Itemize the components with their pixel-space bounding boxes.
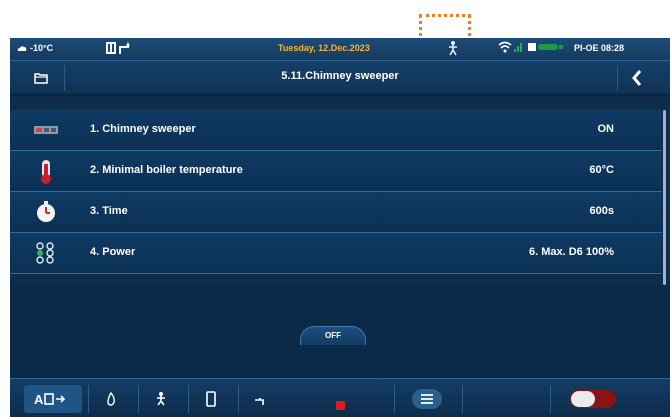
divider <box>88 385 89 413</box>
chimney-sweeper-status-icon <box>448 41 458 58</box>
weather-icon <box>16 43 28 55</box>
date-display: Tuesday, 12.Dec.2023 <box>278 43 370 53</box>
svg-text:A: A <box>34 392 44 407</box>
bottom-toolbar: A <box>10 378 670 417</box>
divider <box>462 385 463 413</box>
power-toggle[interactable] <box>570 385 618 413</box>
chevron-left-icon <box>632 70 642 91</box>
stop-button[interactable] <box>326 385 356 413</box>
signal-icon <box>514 42 522 54</box>
auto-mode-button[interactable]: A <box>24 385 82 413</box>
toggle-icon <box>570 390 616 408</box>
page-header: 5.11.Chimney sweeper <box>10 61 670 96</box>
divider <box>238 385 239 413</box>
menu-item-value: 6. Max. D6 100% <box>529 246 614 258</box>
boiler-icon <box>206 391 216 412</box>
divider <box>138 385 139 413</box>
sweeper-icon <box>156 392 166 411</box>
menu-item-minimal-boiler-temperature[interactable]: 2. Minimal boiler temperature 60°C <box>10 151 662 192</box>
divider <box>188 385 189 413</box>
tap-icon <box>254 394 268 412</box>
menu-item-chimney-sweeper[interactable]: 1. Chimney sweeper ON <box>10 110 662 151</box>
power-levels-icon <box>32 241 60 265</box>
thermometer-icon <box>32 159 60 184</box>
menu-item-label: 3. Time <box>90 205 128 217</box>
sweeper-button[interactable] <box>144 385 180 413</box>
scrollbar[interactable] <box>663 110 666 285</box>
menu-item-label: 1. Chimney sweeper <box>90 123 196 135</box>
wifi-icon <box>498 41 512 55</box>
device-id: PI-OE 08:28 <box>574 43 625 53</box>
timer-icon <box>32 200 60 224</box>
menu-item-value: ON <box>597 123 615 135</box>
flame-button[interactable] <box>94 385 130 413</box>
hamburger-icon <box>412 389 442 409</box>
auto-mode-icon: A <box>34 391 72 412</box>
back-button[interactable] <box>617 65 662 91</box>
menu-item-power[interactable]: 4. Power 6. Max. D6 100% <box>10 233 662 274</box>
chimney-sweeper-icon <box>32 118 60 142</box>
controller-screen: -10°C Tuesday, 12.Dec.2023 PI-OE 08:28 5… <box>10 38 670 417</box>
menu-item-value: 600s <box>589 205 614 217</box>
stop-icon <box>336 401 345 410</box>
divider <box>394 385 395 413</box>
menu-item-label: 4. Power <box>90 246 136 258</box>
menu-item-time[interactable]: 3. Time 600s <box>10 192 662 233</box>
page-title: 5.11.Chimney sweeper <box>281 70 399 82</box>
cloud-connection-icon <box>528 41 564 55</box>
menu-item-label: 2. Minimal boiler temperature <box>90 164 243 176</box>
heating-circuit-icon <box>106 41 140 57</box>
flame-icon <box>106 391 116 411</box>
outside-temp: -10°C <box>30 43 54 53</box>
tap-water-button[interactable] <box>244 385 280 413</box>
menu-item-value: 60°C <box>589 164 614 176</box>
boiler-button[interactable] <box>194 385 230 413</box>
menu-button[interactable] <box>402 385 454 413</box>
status-bar: -10°C Tuesday, 12.Dec.2023 PI-OE 08:28 <box>10 38 670 61</box>
divider <box>550 385 551 413</box>
off-status-tab[interactable]: OFF <box>300 326 366 345</box>
